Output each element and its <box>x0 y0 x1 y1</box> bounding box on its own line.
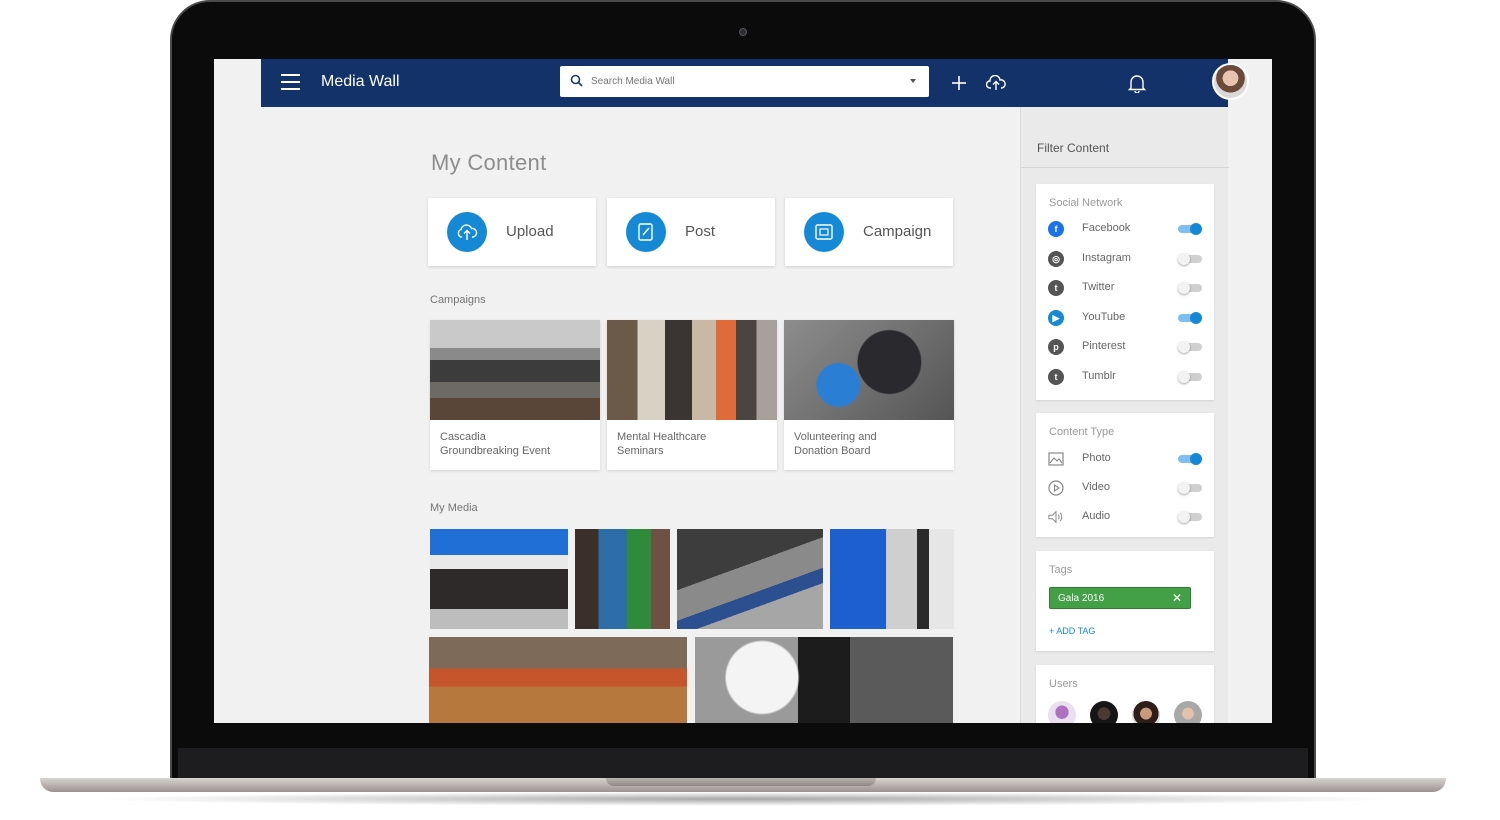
filter-label: Audio <box>1082 510 1111 522</box>
filter-instagram: ◎ Instagram <box>1048 249 1204 269</box>
upload-label: Upload <box>506 223 554 240</box>
filter-sidebar: Filter Content Social Network f Facebook… <box>1020 107 1229 723</box>
filter-label: Twitter <box>1082 281 1115 293</box>
user-avatar[interactable] <box>1212 63 1249 100</box>
filter-label: Tumblr <box>1082 370 1116 382</box>
audio-toggle[interactable] <box>1178 511 1202 523</box>
filter-audio: Audio <box>1048 507 1204 527</box>
social-network-panel: Social Network f Facebook ◎ Instagram t … <box>1036 184 1214 400</box>
tag-chip: Gala 2016 ✕ <box>1049 587 1191 609</box>
edit-note-icon <box>626 212 666 252</box>
twitter-icon: t <box>1048 280 1064 296</box>
panel-title: Social Network <box>1049 197 1123 209</box>
campaign-button[interactable]: Campaign <box>785 198 953 266</box>
campaign-label: Campaign <box>863 223 932 240</box>
filter-title: Filter Content <box>1037 141 1110 155</box>
play-circle-icon <box>1048 480 1064 496</box>
media-thumbnail[interactable] <box>830 529 954 629</box>
campaign-caption: Mental Healthcare Seminars <box>617 431 707 457</box>
post-label: Post <box>685 223 716 240</box>
laptop-bezel <box>178 748 1308 778</box>
filter-twitter: t Twitter <box>1048 278 1204 298</box>
user-avatar[interactable] <box>1132 701 1160 723</box>
my-media-heading: My Media <box>430 502 478 514</box>
filter-video: Video <box>1048 478 1204 498</box>
search-icon <box>570 74 583 92</box>
filter-tumblr: t Tumblr <box>1048 367 1204 387</box>
filter-facebook: f Facebook <box>1048 219 1204 239</box>
upload-button[interactable]: Upload <box>428 198 596 266</box>
instagram-icon: ◎ <box>1048 251 1064 267</box>
filter-label: Video <box>1082 481 1110 493</box>
filter-label: Instagram <box>1082 252 1131 264</box>
laptop-shadow <box>90 792 1400 806</box>
search-box[interactable] <box>560 66 929 97</box>
campaign-card[interactable]: Volunteering and Donation Board <box>784 320 954 470</box>
close-icon[interactable]: ✕ <box>1172 591 1182 605</box>
page-title: My Content <box>431 150 547 175</box>
media-thumbnail[interactable] <box>429 637 687 723</box>
filter-label: YouTube <box>1082 311 1126 323</box>
laptop-notch <box>606 778 876 786</box>
cloud-upload-icon <box>447 212 487 252</box>
filter-youtube: ▶ YouTube <box>1048 308 1204 328</box>
campaign-photo <box>784 320 954 420</box>
main-content: My Content Upload Post Campaign Campaign… <box>261 107 1019 723</box>
youtube-icon: ▶ <box>1048 310 1064 326</box>
tag-label: Gala 2016 <box>1058 593 1105 604</box>
add-icon[interactable] <box>947 71 971 95</box>
tumblr-icon: t <box>1048 369 1064 385</box>
campaign-card[interactable]: Mental Healthcare Seminars <box>607 320 777 470</box>
users-panel: Users <box>1036 665 1214 723</box>
add-tag-link[interactable]: + ADD TAG <box>1049 626 1095 636</box>
facebook-icon: f <box>1048 221 1064 237</box>
app-bar: Media Wall <box>261 59 1249 107</box>
user-avatar[interactable] <box>1090 701 1118 723</box>
media-thumbnail[interactable] <box>695 637 953 723</box>
filter-label: Photo <box>1082 452 1111 464</box>
filter-pinterest: p Pinterest <box>1048 337 1204 357</box>
photo-icon <box>1048 451 1064 467</box>
photo-toggle[interactable] <box>1178 453 1202 465</box>
filter-label: Pinterest <box>1082 340 1126 352</box>
pinterest-toggle[interactable] <box>1178 341 1202 353</box>
divider <box>1021 167 1229 168</box>
campaign-caption: Volunteering and Donation Board <box>794 431 877 457</box>
campaign-photo <box>607 320 777 420</box>
user-avatar[interactable] <box>1048 701 1076 723</box>
media-thumbnail[interactable] <box>677 529 823 629</box>
media-thumbnail[interactable] <box>575 529 670 629</box>
instagram-toggle[interactable] <box>1178 253 1202 265</box>
media-thumbnail[interactable] <box>430 529 568 629</box>
youtube-toggle[interactable] <box>1178 312 1202 324</box>
search-input[interactable] <box>591 66 901 97</box>
image-frame-icon <box>804 212 844 252</box>
app-title: Media Wall <box>321 73 400 90</box>
user-avatar[interactable] <box>1174 701 1202 723</box>
speaker-icon <box>1048 509 1064 525</box>
campaigns-heading: Campaigns <box>430 294 486 306</box>
post-button[interactable]: Post <box>607 198 775 266</box>
hamburger-menu-icon[interactable] <box>281 74 300 90</box>
filter-label: Facebook <box>1082 222 1131 234</box>
campaign-caption: Cascadia Groundbreaking Event <box>440 431 551 457</box>
app-screen: Media Wall My Content Upload <box>214 59 1272 723</box>
campaign-card[interactable]: Cascadia Groundbreaking Event <box>430 320 600 470</box>
tumblr-toggle[interactable] <box>1178 371 1202 383</box>
campaign-photo <box>430 320 600 420</box>
webcam <box>739 28 747 36</box>
panel-title: Content Type <box>1049 426 1115 438</box>
pinterest-icon: p <box>1048 339 1064 355</box>
twitter-toggle[interactable] <box>1178 282 1202 294</box>
filter-photo: Photo <box>1048 449 1204 469</box>
cloud-upload-icon[interactable] <box>984 71 1008 95</box>
panel-title: Users <box>1049 678 1078 690</box>
facebook-toggle[interactable] <box>1178 223 1202 235</box>
notification-bell-icon[interactable] <box>1125 71 1149 95</box>
search-dropdown-icon[interactable] <box>910 79 916 83</box>
video-toggle[interactable] <box>1178 482 1202 494</box>
panel-title: Tags <box>1049 564 1073 576</box>
content-type-panel: Content Type Photo Video Audio <box>1036 413 1214 537</box>
tags-panel: Tags Gala 2016 ✕ + ADD TAG <box>1036 551 1214 651</box>
